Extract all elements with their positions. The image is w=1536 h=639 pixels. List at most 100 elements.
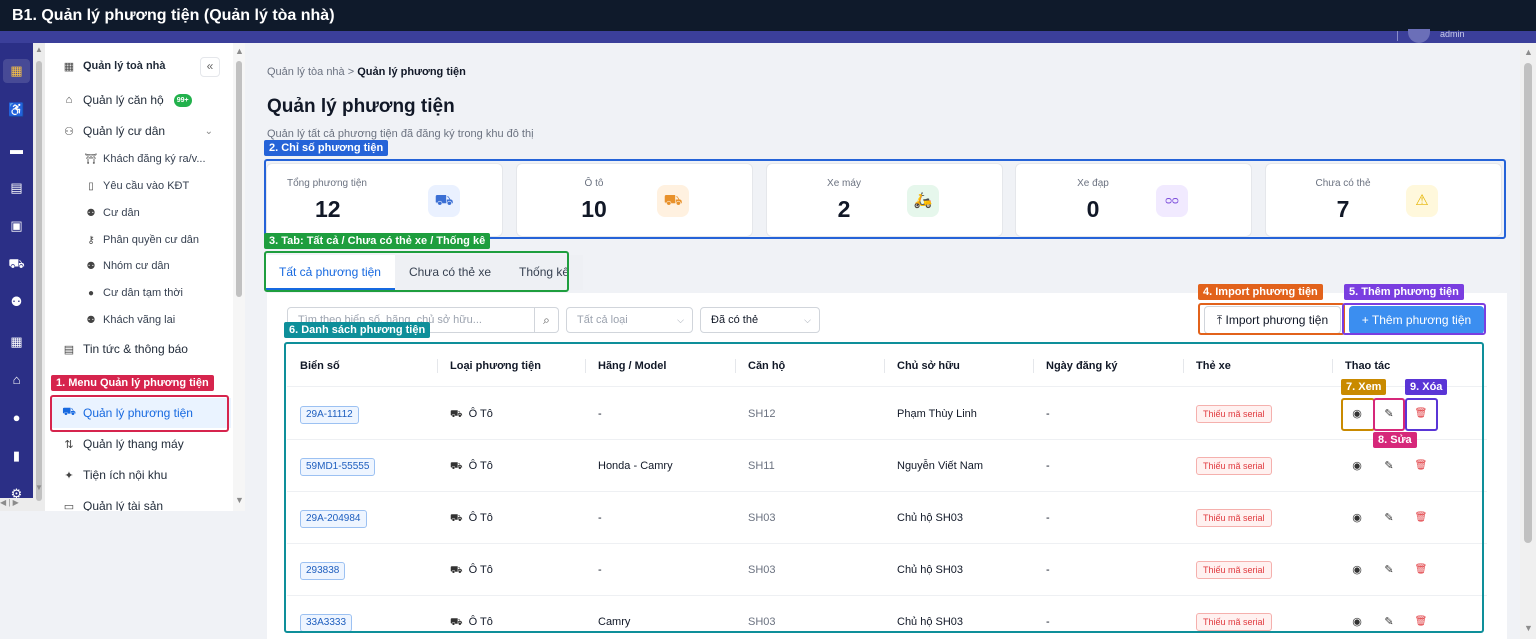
annotation-box	[1341, 398, 1375, 431]
chevron-down-icon[interactable]: ⌄	[205, 126, 213, 137]
sidebar-item-label: Khách vãng lai	[103, 314, 176, 326]
scrollbar-thumb[interactable]	[36, 61, 42, 501]
sidebar-item-label: Quản lý thang máy	[83, 437, 184, 451]
people-icon: ⚉	[86, 207, 96, 219]
elevator-icon: ⇅	[64, 438, 74, 451]
sidebar-item-5[interactable]: ▯ Yêu cầu vào KĐT	[45, 173, 233, 199]
chat-icon[interactable]: ▬	[8, 141, 25, 158]
empty-area	[0, 511, 264, 639]
sidebar-item-label: Tiện ích nội khu	[83, 468, 168, 482]
sidebar-scrollbar[interactable]: ▲ ▼	[233, 43, 245, 511]
sidebar-item-4[interactable]: ⛩ Khách đăng ký ra/v...	[45, 146, 233, 172]
briefcase-icon[interactable]: ▣	[8, 217, 25, 234]
card-status-select[interactable]: Đã có thẻ ⌵	[700, 307, 820, 333]
rail-scrollbar[interactable]: ▲ ▼	[33, 43, 45, 511]
sidebar-item-label: Cư dân	[103, 207, 140, 219]
annotation-label: 1. Menu Quản lý phương tiện	[51, 375, 214, 391]
annotation-box	[284, 342, 1484, 633]
annotation-box	[264, 159, 1506, 239]
sidebar: « ▦ Quản lý toà nhà ⌂ Quản lý căn hộ 99+ ⚇ Quả…	[45, 43, 233, 511]
vehicle-type-value: Tất cả loại	[577, 314, 628, 326]
breadcrumb-parent[interactable]: Quản lý tòa nhà	[267, 66, 345, 78]
breadcrumb: Quản lý tòa nhà > Quản lý phương tiện	[267, 66, 466, 78]
sidebar-item-label: Nhóm cư dân	[103, 260, 170, 272]
sidebar-item-14[interactable]: ✦ Tiện ích nội khu	[45, 462, 233, 488]
chevron-down-icon: ⌵	[677, 315, 684, 325]
news-icon: ▤	[63, 343, 75, 356]
users-icon[interactable]: ⚉	[8, 293, 25, 310]
home-icon: ⌂	[65, 94, 73, 106]
group-icon: ⚉	[86, 260, 96, 272]
search-icon[interactable]: ⌕	[535, 307, 559, 333]
bar-chart-icon[interactable]: ▮	[8, 447, 25, 464]
annotation-box	[1198, 303, 1345, 335]
annotation-box	[1373, 398, 1405, 431]
car-icon[interactable]: ⛟	[8, 255, 25, 272]
sidebar-item-label: Khách đăng ký ra/v...	[103, 153, 206, 165]
sidebar-item-8[interactable]: ⚉ Nhóm cư dân	[45, 253, 233, 279]
icon-rail: ▦ ♿ ▬ ▤ ▣ ⛟ ⚉ ▦ ⌂ ● ▮ ⚙	[0, 43, 33, 511]
scroll-up-icon[interactable]: ▲	[1524, 47, 1533, 57]
sidebar-item-label: Quản lý cư dân	[83, 124, 166, 138]
user-name[interactable]: admin	[1440, 29, 1465, 39]
scrollbar-thumb[interactable]	[236, 61, 242, 297]
chevron-down-icon: ⌵	[804, 315, 811, 325]
phone-icon: ▯	[88, 180, 94, 192]
sidebar-item-13[interactable]: ⇅ Quản lý thang máy	[45, 431, 233, 457]
sidebar-item-3[interactable]: ⚇ Quản lý cư dân ⌄	[45, 118, 233, 144]
annotation-label: 7. Xem	[1341, 379, 1387, 395]
calculator-icon[interactable]: ▤	[8, 179, 25, 196]
sidebar-item-9[interactable]: ● Cư dân tạm thời	[45, 280, 233, 306]
building-icon[interactable]: ▦	[3, 59, 30, 83]
annotation-label: 6. Danh sách phương tiện	[284, 322, 431, 338]
sidebar-item-label: Tin tức & thông báo	[83, 342, 188, 356]
key-icon: ⚷	[87, 234, 95, 246]
scroll-down-icon[interactable]: ▼	[35, 483, 43, 492]
page-subtitle: Quản lý tất cả phương tiện đã đăng ký tr…	[267, 128, 534, 140]
building-grid-icon[interactable]: ▦	[8, 333, 25, 350]
header-divider	[1397, 31, 1398, 41]
store-icon[interactable]: ⌂	[8, 371, 25, 388]
window-title: B1. Quản lý phương tiện (Quản lý tòa nhà…	[0, 0, 1536, 31]
header-bar: admin	[0, 29, 1536, 43]
sidebar-item-2[interactable]: ⌂ Quản lý căn hộ 99+	[45, 87, 233, 113]
annotation-label: 9. Xóa	[1405, 379, 1448, 395]
sidebar-item-15[interactable]: ▭ Quản lý tài sản	[45, 493, 233, 511]
scroll-down-icon[interactable]: ▼	[235, 495, 244, 505]
breadcrumb-current: Quản lý phương tiện	[357, 66, 466, 78]
vehicle-type-select[interactable]: Tất cả loại ⌵	[566, 307, 693, 333]
building-icon: ▦	[63, 60, 75, 73]
user-icon: ●	[87, 287, 95, 299]
pram-icon[interactable]: ♿	[8, 101, 25, 118]
sidebar-item-label: Quản lý tài sản	[83, 499, 164, 511]
annotation-label: 5. Thêm phương tiện	[1344, 284, 1464, 300]
annotation-box	[264, 251, 569, 292]
residents-icon: ⚇	[64, 125, 74, 138]
sidebar-item-7[interactable]: ⚷ Phân quyền cư dân	[45, 227, 233, 253]
sidebar-item-11[interactable]: ▤ Tin tức & thông báo	[45, 336, 233, 362]
rail-horizontal-scrollbar[interactable]: ◀ | ▶	[0, 498, 33, 511]
annotation-label: 3. Tab: Tất cả / Chưa có thẻ xe / Thống …	[264, 233, 491, 249]
sidebar-item-6[interactable]: ⚉ Cư dân	[45, 200, 233, 226]
assets-icon: ▭	[63, 500, 75, 512]
sidebar-item-label: Phân quyền cư dân	[103, 234, 200, 246]
amenity-icon: ✦	[64, 469, 74, 482]
person-icon[interactable]: ●	[8, 409, 25, 426]
notification-badge: 99+	[173, 93, 192, 107]
breadcrumb-separator: >	[344, 66, 358, 78]
sidebar-item-1[interactable]: ▦ Quản lý toà nhà	[45, 53, 233, 79]
page-scrollbar[interactable]: ▲ ▼	[1520, 43, 1536, 639]
scrollbar-thumb[interactable]	[1524, 63, 1532, 543]
visitors-icon: ⚉	[86, 314, 96, 326]
annotation-box	[1405, 398, 1438, 431]
sidebar-item-10[interactable]: ⚉ Khách vãng lai	[45, 307, 233, 333]
scroll-up-icon[interactable]: ▲	[235, 46, 244, 56]
card-status-value: Đã có thẻ	[711, 314, 759, 326]
avatar[interactable]	[1408, 29, 1430, 43]
scroll-down-icon[interactable]: ▼	[1524, 623, 1533, 633]
page-title: Quản lý phương tiện	[267, 96, 455, 117]
sidebar-item-label: Cư dân tạm thời	[103, 287, 183, 299]
scroll-up-icon[interactable]: ▲	[35, 45, 43, 54]
annotation-box	[1342, 303, 1486, 335]
sidebar-item-label: Quản lý căn hộ	[83, 93, 164, 107]
